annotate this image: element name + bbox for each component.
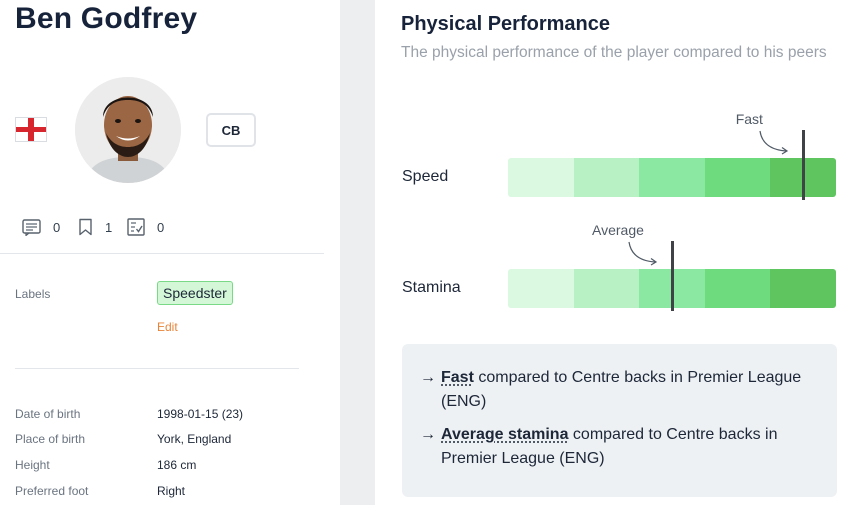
info-key-height: Height (15, 458, 50, 472)
comments-count: 0 (53, 219, 61, 235)
divider (0, 253, 324, 254)
summary-item-speed: → Fast compared to Centre backs in Premi… (420, 366, 820, 414)
speed-label: Speed (402, 168, 449, 185)
performance-summary: → Fast compared to Centre backs in Premi… (402, 344, 837, 497)
stamina-callout-arrow-icon (628, 241, 658, 266)
edit-labels-link[interactable]: Edit (157, 320, 178, 334)
summary-item-stamina: → Average stamina compared to Centre bac… (420, 423, 820, 471)
stamina-callout: Average (592, 222, 644, 238)
panel-gutter (340, 0, 375, 505)
arrow-right-icon: → (420, 369, 436, 386)
report-icon (127, 218, 145, 236)
speed-bar-segment (639, 158, 705, 197)
physical-performance-panel: Physical Performance The physical perfor… (375, 0, 857, 505)
stamina-bar-segment (508, 269, 574, 308)
labels-heading: Labels (15, 287, 51, 301)
bookmarks-stat[interactable]: 1 (78, 216, 112, 238)
player-name: Ben Godfrey (15, 2, 198, 35)
label-tag-speedster[interactable]: Speedster (157, 281, 233, 305)
position-badge: CB (206, 113, 256, 147)
info-key-place-of-birth: Place of birth (15, 432, 86, 446)
info-key-preferred-foot: Preferred foot (15, 484, 89, 498)
comments-icon (22, 218, 41, 236)
reports-count: 0 (157, 219, 165, 235)
bookmark-icon (79, 218, 92, 236)
info-value-place-of-birth: York, England (157, 432, 232, 446)
bookmarks-count: 1 (105, 219, 113, 235)
arrow-right-icon: → (420, 426, 436, 443)
reports-stat[interactable]: 0 (127, 216, 164, 238)
stamina-level-marker (670, 241, 674, 311)
stamina-label: Stamina (402, 279, 461, 296)
summary-highlight[interactable]: Fast (441, 369, 474, 386)
summary-text: compared to Centre backs in Premier Leag… (441, 369, 802, 410)
stamina-bar-segment (573, 269, 640, 308)
speed-bar-segment (573, 158, 640, 197)
info-value-date-of-birth: 1998-01-15 (23) (157, 407, 244, 421)
speed-bar-segment (508, 158, 574, 197)
speed-level-marker (801, 130, 805, 200)
info-value-height: 186 cm (157, 458, 197, 472)
physical-performance-subtitle: The physical performance of the player c… (401, 44, 827, 61)
speed-bar (508, 158, 836, 197)
england-flag-icon (15, 117, 47, 142)
divider (15, 368, 299, 369)
player-profile-panel: Ben Godfrey CB 0 1 0 Labels Speedster Ed… (0, 0, 340, 505)
stamina-bar-segment (770, 269, 836, 308)
info-key-date-of-birth: Date of birth (15, 407, 81, 421)
summary-highlight[interactable]: Average stamina (441, 426, 568, 443)
player-avatar (75, 77, 181, 183)
comments-stat[interactable]: 0 (22, 216, 60, 238)
physical-performance-title: Physical Performance (401, 13, 610, 35)
speed-bar-segment (704, 158, 771, 197)
info-value-preferred-foot: Right (157, 484, 186, 498)
speed-callout-arrow-icon (759, 130, 789, 155)
stamina-bar-segment (704, 269, 771, 308)
speed-callout: Fast (735, 111, 763, 127)
